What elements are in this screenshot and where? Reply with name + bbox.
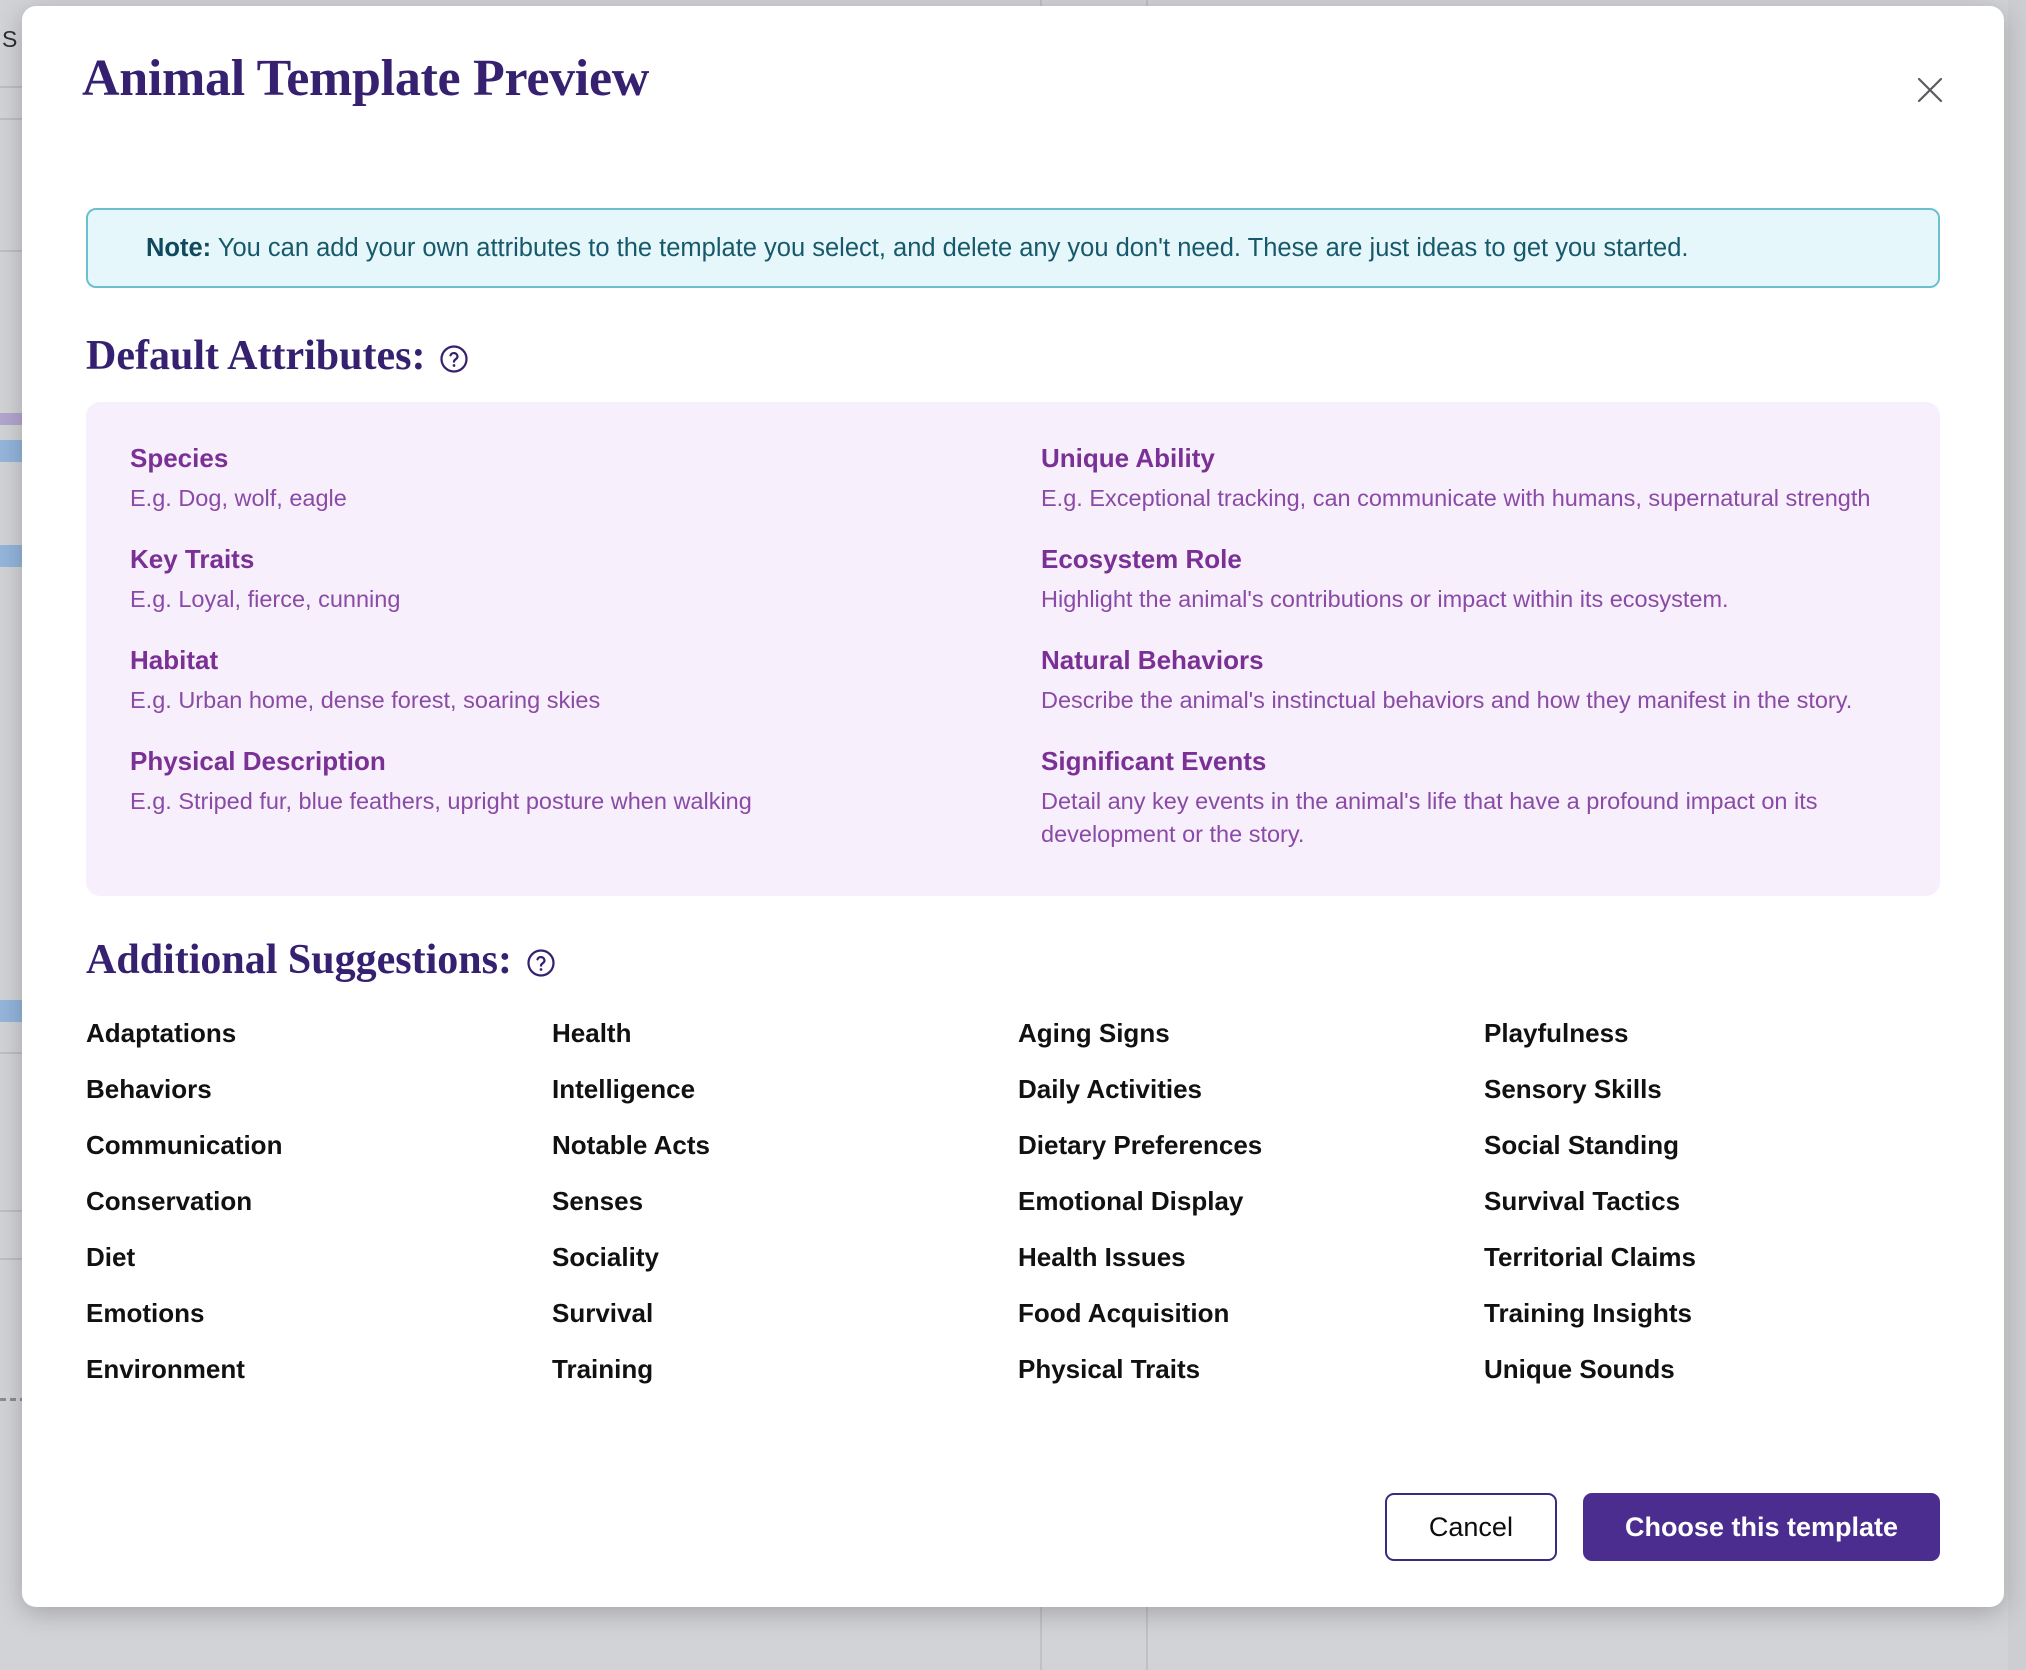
suggestions-column-4: Playfulness Sensory Skills Social Standi…: [1484, 1010, 1940, 1402]
suggestion-item[interactable]: Dietary Preferences: [1018, 1122, 1474, 1168]
attributes-column-right: Unique Ability E.g. Exceptional tracking…: [1041, 444, 1896, 851]
suggestion-item[interactable]: Sociality: [552, 1234, 1008, 1280]
suggestion-item[interactable]: Notable Acts: [552, 1122, 1008, 1168]
attribute-description: E.g. Striped fur, blue feathers, upright…: [130, 787, 752, 814]
suggestion-item[interactable]: Survival Tactics: [1484, 1178, 1940, 1224]
attribute-item: Key Traits E.g. Loyal, fierce, cunning: [130, 545, 985, 616]
suggestion-item[interactable]: Emotional Display: [1018, 1178, 1474, 1224]
suggestion-item[interactable]: Territorial Claims: [1484, 1234, 1940, 1280]
attribute-name: Habitat: [130, 645, 219, 676]
suggestion-item[interactable]: Behaviors: [86, 1066, 542, 1112]
cancel-button[interactable]: Cancel: [1384, 1492, 1557, 1561]
attribute-name: Ecosystem Role: [1041, 544, 1242, 575]
attribute-name: Physical Description: [130, 746, 386, 777]
attribute-item: Habitat E.g. Urban home, dense forest, s…: [130, 646, 985, 717]
suggestions-column-2: Health Intelligence Notable Acts Senses …: [552, 1010, 1008, 1402]
suggestion-item[interactable]: Emotions: [86, 1290, 542, 1336]
attribute-description: Describe the animal's instinctual behavi…: [1041, 686, 1853, 713]
page-title: Animal Template Preview: [82, 50, 649, 107]
suggestion-item[interactable]: Physical Traits: [1018, 1346, 1474, 1392]
attribute-description: E.g. Loyal, fierce, cunning: [130, 585, 401, 612]
dialog-footer: Cancel Choose this template: [22, 1492, 2004, 1561]
attribute-name: Significant Events: [1041, 746, 1267, 777]
suggestion-item[interactable]: Adaptations: [86, 1010, 542, 1056]
suggestion-item[interactable]: Health Issues: [1018, 1234, 1474, 1280]
attributes-column-left: Species E.g. Dog, wolf, eagle Key Traits…: [130, 444, 985, 851]
suggestion-item[interactable]: Intelligence: [552, 1066, 1008, 1112]
suggestions-column-3: Aging Signs Daily Activities Dietary Pre…: [1018, 1010, 1474, 1402]
suggestion-item[interactable]: Training: [552, 1346, 1008, 1392]
background-side-text: S: [2, 26, 18, 52]
suggestion-item[interactable]: Food Acquisition: [1018, 1290, 1474, 1336]
attribute-name: Natural Behaviors: [1041, 645, 1264, 676]
suggestion-item[interactable]: Communication: [86, 1122, 542, 1168]
attribute-item: Physical Description E.g. Striped fur, b…: [130, 747, 985, 818]
default-attributes-heading: Default Attributes:: [86, 332, 2004, 380]
suggestion-item[interactable]: Aging Signs: [1018, 1010, 1474, 1056]
suggestion-item[interactable]: Training Insights: [1484, 1290, 1940, 1336]
attribute-item: Species E.g. Dog, wolf, eagle: [130, 444, 985, 515]
suggestion-item[interactable]: Daily Activities: [1018, 1066, 1474, 1112]
attribute-item: Significant Events Detail any key events…: [1041, 747, 1896, 851]
attribute-name: Unique Ability: [1041, 443, 1215, 474]
suggestion-item[interactable]: Sensory Skills: [1484, 1066, 1940, 1112]
additional-suggestions-grid: Adaptations Behaviors Communication Cons…: [86, 1010, 1940, 1402]
background-right-panel: [2008, 0, 2026, 1670]
choose-this-template-button[interactable]: Choose this template: [1582, 1492, 1940, 1561]
attribute-description: E.g. Exceptional tracking, can communica…: [1041, 485, 1871, 512]
additional-suggestions-heading-label: Additional Suggestions:: [86, 936, 512, 983]
attribute-description: E.g. Dog, wolf, eagle: [130, 485, 347, 512]
additional-suggestions-heading: Additional Suggestions:: [86, 936, 2004, 984]
close-icon[interactable]: [1908, 68, 1952, 112]
suggestion-item[interactable]: Unique Sounds: [1484, 1346, 1940, 1392]
suggestions-column-1: Adaptations Behaviors Communication Cons…: [86, 1010, 542, 1402]
attribute-item: Ecosystem Role Highlight the animal's co…: [1041, 545, 1896, 616]
help-circle-icon[interactable]: [439, 344, 469, 374]
attribute-name: Species: [130, 443, 229, 474]
dialog-header: Animal Template Preview: [22, 6, 2004, 146]
suggestion-item[interactable]: Environment: [86, 1346, 542, 1392]
default-attributes-panel: Species E.g. Dog, wolf, eagle Key Traits…: [86, 402, 1940, 896]
attribute-description: E.g. Urban home, dense forest, soaring s…: [130, 686, 601, 713]
suggestion-item[interactable]: Conservation: [86, 1178, 542, 1224]
suggestion-item[interactable]: Playfulness: [1484, 1010, 1940, 1056]
attribute-item: Unique Ability E.g. Exceptional tracking…: [1041, 444, 1896, 515]
animal-template-preview-dialog: Animal Template Preview Note: You can ad…: [22, 6, 2004, 1607]
attribute-name: Key Traits: [130, 544, 255, 575]
suggestion-item[interactable]: Senses: [552, 1178, 1008, 1224]
suggestion-item[interactable]: Diet: [86, 1234, 542, 1280]
suggestion-item[interactable]: Survival: [552, 1290, 1008, 1336]
help-circle-icon[interactable]: [526, 948, 556, 978]
note-label: Note:: [146, 234, 212, 262]
attribute-description: Highlight the animal's contributions or …: [1041, 585, 1729, 612]
note-text: You can add your own attributes to the t…: [211, 234, 1689, 262]
suggestion-item[interactable]: Health: [552, 1010, 1008, 1056]
attribute-description: Detail any key events in the animal's li…: [1041, 787, 1818, 848]
default-attributes-heading-label: Default Attributes:: [86, 333, 426, 380]
note-banner: Note: You can add your own attributes to…: [86, 208, 1940, 289]
attribute-item: Natural Behaviors Describe the animal's …: [1041, 646, 1896, 717]
suggestion-item[interactable]: Social Standing: [1484, 1122, 1940, 1168]
